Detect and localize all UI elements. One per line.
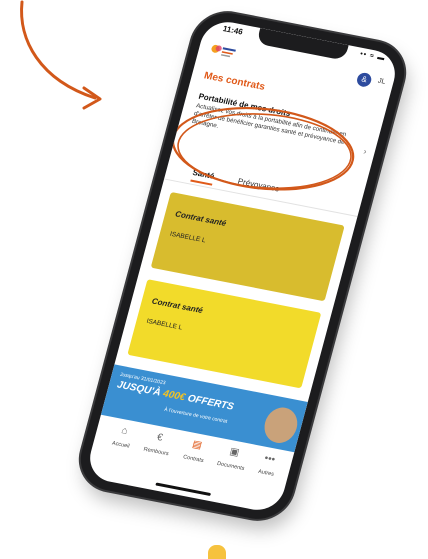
contract-card-holder: ISABELLE L (169, 230, 207, 245)
dog-photo (260, 404, 302, 446)
nav-item-autres[interactable]: ••• Autres (245, 450, 292, 480)
contract-card-holder: ISABELLE L (145, 317, 184, 332)
status-icons: •• ≈ ▬ (359, 50, 387, 63)
tab-prevoyance[interactable]: Prévoyance (237, 177, 281, 194)
promo-amount: 400€ (161, 388, 187, 404)
contract-card-title: Contrat santé (150, 296, 204, 316)
portability-section[interactable]: Portabilité de mes droits Actualisez vos… (191, 92, 370, 159)
contract-card-title: Contrat santé (174, 209, 228, 228)
app-screen: 11:46 •• ≈ ▬ & JL Mes contrats Portabili… (84, 17, 401, 515)
promo-headline: JUSQU'À 400€ OFFERTS (116, 379, 235, 412)
tab-sante[interactable]: Santé (190, 167, 216, 186)
promo-headline-suffix: OFFERTS (183, 392, 235, 413)
phone-mockup: 11:46 •• ≈ ▬ & JL Mes contrats Portabili… (73, 7, 412, 540)
page-title: Mes contrats (202, 70, 267, 93)
user-initials: JL (376, 77, 387, 86)
status-time: 11:46 (221, 24, 244, 37)
user-avatar[interactable]: & (355, 71, 373, 88)
decorative-shape (208, 545, 226, 559)
phone-frame: 11:46 •• ≈ ▬ & JL Mes contrats Portabili… (73, 7, 412, 525)
brand-logo-icon[interactable] (207, 41, 239, 64)
